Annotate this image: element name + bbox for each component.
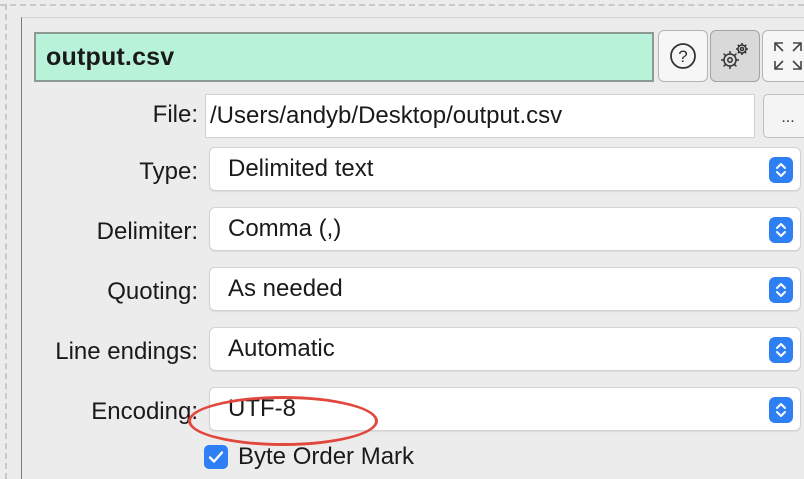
output-settings-panel: output.csv ? File: /Users/andyb/Desktop/…: [21, 17, 804, 479]
line-endings-value: Automatic: [228, 335, 335, 362]
expand-icon: [773, 42, 802, 70]
encoding-label: Encoding:: [91, 398, 198, 425]
type-label: Type:: [139, 158, 198, 185]
gear-icon: [721, 43, 748, 69]
line-endings-label: Line endings:: [55, 338, 198, 365]
file-path-field[interactable]: /Users/andyb/Desktop/output.csv: [205, 94, 755, 138]
encoding-value: UTF-8: [228, 395, 296, 422]
help-button[interactable]: ?: [658, 30, 708, 82]
bom-checkbox-row[interactable]: Byte Order Mark: [204, 443, 414, 471]
delimiter-label: Delimiter:: [96, 218, 198, 245]
window-title: output.csv: [46, 42, 175, 71]
crop-border-left: [5, 4, 7, 479]
chevron-updown-icon: [769, 157, 793, 183]
quoting-value: As needed: [228, 275, 343, 302]
chevron-updown-icon: [769, 217, 793, 243]
bom-checkbox[interactable]: [204, 445, 228, 469]
chevron-updown-icon: [769, 277, 793, 303]
line-endings-select[interactable]: Automatic: [209, 327, 801, 371]
file-label: File:: [152, 101, 198, 128]
bom-checkbox-label: Byte Order Mark: [238, 443, 415, 470]
svg-text:?: ?: [678, 47, 687, 66]
title-bar: output.csv: [34, 32, 654, 82]
chevron-updown-icon: [769, 337, 793, 363]
quoting-label: Quoting:: [107, 278, 198, 305]
type-select[interactable]: Delimited text: [209, 147, 801, 191]
browse-button-label: ...: [781, 109, 795, 126]
browse-button[interactable]: ...: [763, 94, 804, 138]
crop-border-top: [0, 4, 804, 6]
settings-button[interactable]: [710, 30, 760, 82]
delimiter-select[interactable]: Comma (,): [209, 207, 801, 251]
help-icon: ?: [670, 43, 696, 69]
quoting-select[interactable]: As needed: [209, 267, 801, 311]
checkmark-icon: [208, 451, 224, 463]
file-path-value: /Users/andyb/Desktop/output.csv: [210, 102, 563, 129]
expand-button[interactable]: [762, 30, 804, 82]
chevron-updown-icon: [769, 397, 793, 423]
delimiter-value: Comma (,): [228, 215, 342, 242]
type-value: Delimited text: [228, 155, 374, 182]
encoding-select[interactable]: UTF-8: [209, 387, 801, 431]
